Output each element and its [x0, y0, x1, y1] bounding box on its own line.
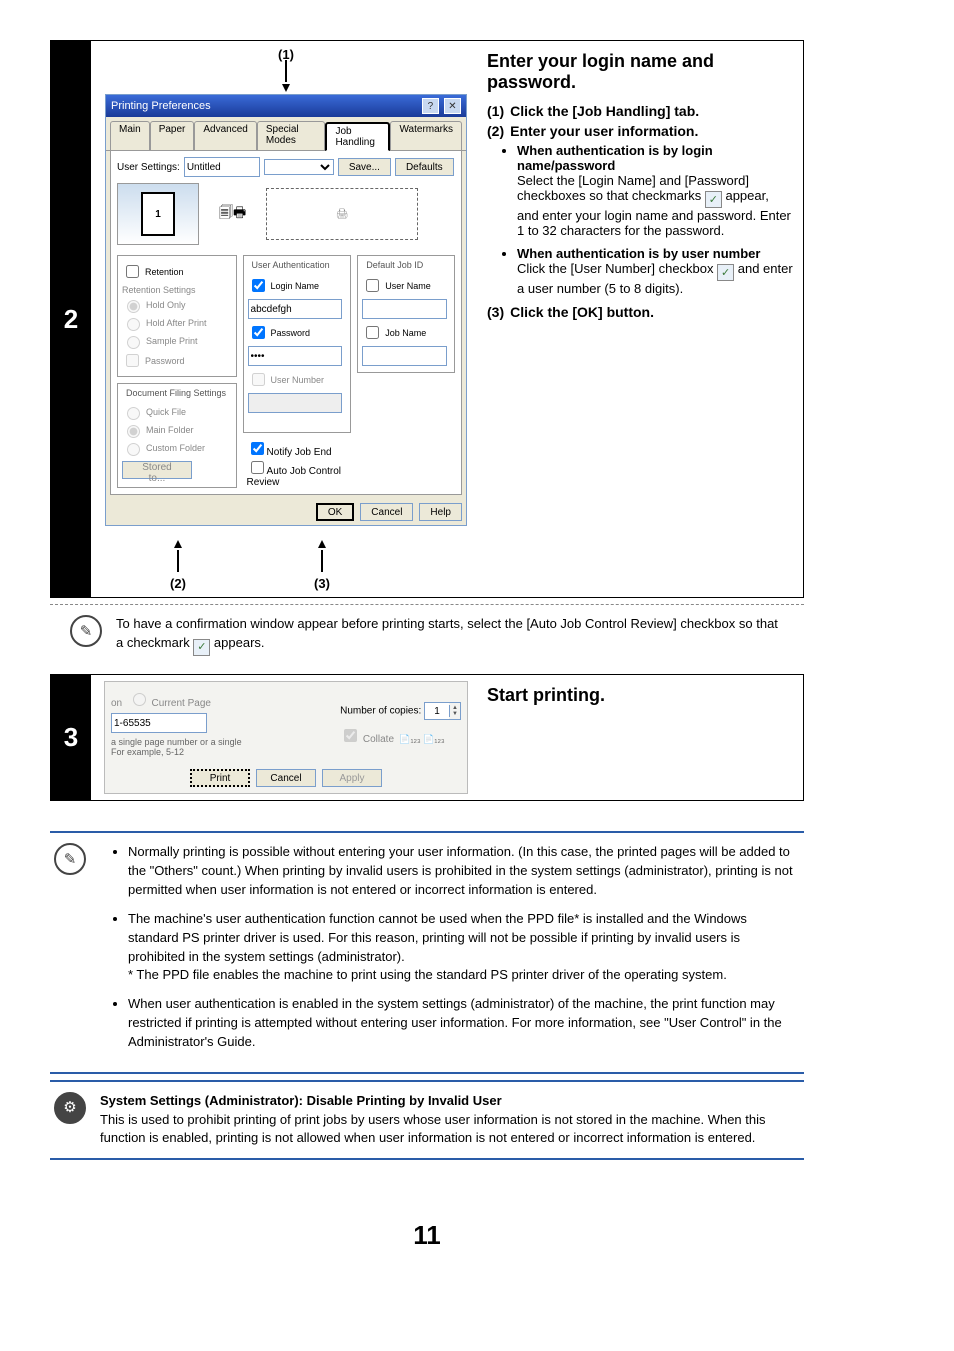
page-preview-number: 1 [141, 192, 175, 236]
tab-main[interactable]: Main [110, 121, 150, 150]
document-filing-group: Document Filing Settings Quick File Main… [117, 383, 237, 488]
callout-2-label: (2) [106, 576, 250, 591]
user-settings-field[interactable] [184, 157, 260, 177]
step-2-heading: Enter your login name and password. [487, 51, 793, 93]
tab-watermarks[interactable]: Watermarks [390, 121, 462, 150]
page-range-field[interactable] [111, 713, 207, 733]
cancel-button[interactable]: Cancel [360, 503, 413, 521]
page-preview: 1 [117, 183, 199, 245]
help-button[interactable]: Help [419, 503, 462, 521]
step-2-row: 2 (1) Printing Preferences ? ✕ Main [50, 40, 804, 598]
info-bullet-3: When user authentication is enabled in t… [128, 995, 800, 1052]
callout-3-label: (3) [250, 576, 394, 591]
collate-icon: 📄₁₂₃ 📄₁₂₃ [397, 734, 445, 744]
user-number-field[interactable] [248, 393, 343, 413]
instruction-1: Click the [Job Handling] tab. [510, 103, 699, 119]
copies-field[interactable] [425, 703, 449, 719]
job-name-checkbox[interactable] [366, 326, 379, 339]
pencil-icon: ✎ [54, 843, 86, 875]
save-button[interactable]: Save... [338, 158, 391, 176]
help-icon[interactable]: ? [422, 98, 439, 114]
password-field[interactable] [248, 346, 343, 366]
step-number-3: 3 [51, 675, 91, 800]
printing-preferences-dialog: Printing Preferences ? ✕ Main Paper Adva… [105, 94, 467, 526]
user-name-checkbox[interactable] [366, 279, 379, 292]
info-bullet-1: Normally printing is possible without en… [128, 843, 800, 900]
print-button[interactable]: Print [190, 769, 250, 787]
hold-after-print-radio[interactable] [127, 318, 140, 331]
login-name-checkbox[interactable] [252, 279, 265, 292]
notify-job-end-checkbox[interactable] [251, 442, 264, 455]
info-bullet-2: The machine's user authentication functi… [128, 910, 800, 985]
tab-advanced[interactable]: Advanced [194, 121, 256, 150]
defaults-button[interactable]: Defaults [395, 158, 454, 176]
spinner-buttons[interactable]: ▲▼ [449, 705, 460, 717]
dialog-title: Printing Preferences [111, 100, 211, 112]
user-name-field[interactable] [362, 299, 447, 319]
quick-file-radio[interactable] [127, 407, 140, 420]
close-icon[interactable]: ✕ [444, 98, 461, 114]
default-job-id-group: Default Job ID User Name Job Name [357, 255, 455, 373]
collate-checkbox[interactable] [344, 729, 357, 742]
cancel-button[interactable]: Cancel [256, 769, 316, 787]
admin-body: This is used to prohibit printing of pri… [100, 1111, 800, 1149]
login-name-field[interactable] [248, 299, 343, 319]
user-authentication-group: User Authentication Login Name Password … [243, 255, 352, 433]
step-3-row: 3 on Current Page a single page number o… [50, 674, 804, 801]
apply-button[interactable]: Apply [322, 769, 382, 787]
admin-settings-box: ⚙ System Settings (Administrator): Disab… [50, 1080, 804, 1161]
custom-folder-radio[interactable] [127, 443, 140, 456]
auto-job-control-review-checkbox[interactable] [251, 461, 264, 474]
retention-checkbox[interactable] [126, 265, 139, 278]
callout-1-label: (1) [106, 47, 466, 62]
current-page-radio[interactable] [133, 693, 146, 706]
checkmark-icon: ✓ [193, 639, 210, 656]
user-settings-select[interactable] [264, 159, 334, 175]
admin-title: System Settings (Administrator): Disable… [100, 1092, 800, 1111]
printer-graphic: 🖨 [266, 188, 418, 240]
stored-to-button[interactable]: Stored to... [122, 461, 192, 479]
step-3-heading: Start printing. [487, 685, 793, 706]
hold-only-radio[interactable] [127, 300, 140, 313]
user-settings-label: User Settings: [117, 162, 180, 173]
auth-login-title: When authentication is by login name/pas… [517, 143, 793, 173]
step-number-2: 2 [51, 41, 91, 597]
copies-label: Number of copies: [340, 706, 421, 717]
main-folder-radio[interactable] [127, 425, 140, 438]
retention-group: Retention Retention Settings Hold Only H… [117, 255, 237, 377]
dialog-titlebar: Printing Preferences ? ✕ [106, 95, 466, 117]
tab-paper[interactable]: Paper [150, 121, 195, 150]
checkmark-icon: ✓ [717, 264, 734, 281]
note-auto-review: ✎ To have a confirmation window appear b… [50, 605, 804, 674]
tab-special-modes[interactable]: Special Modes [257, 121, 326, 150]
gear-icon: ⚙ [54, 1092, 86, 1124]
pencil-icon: ✎ [70, 615, 102, 647]
password-checkbox[interactable] [252, 326, 265, 339]
print-dialog-snippet: on Current Page a single page number or … [104, 681, 468, 794]
instruction-3: Click the [OK] button. [510, 304, 654, 320]
sample-print-radio[interactable] [127, 336, 140, 349]
auth-number-title: When authentication is by user number [517, 246, 793, 261]
info-box: ✎ Normally printing is possible without … [50, 831, 804, 1073]
window-controls: ? ✕ [420, 98, 461, 114]
retention-password-checkbox[interactable] [126, 354, 139, 367]
tabs-row: Main Paper Advanced Special Modes Job Ha… [106, 117, 466, 151]
ok-button[interactable]: OK [316, 503, 354, 521]
tab-job-handling[interactable]: Job Handling [325, 122, 390, 151]
job-name-field[interactable] [362, 346, 447, 366]
user-number-checkbox[interactable] [252, 373, 265, 386]
page-number: 11 [50, 1220, 804, 1251]
instruction-2: Enter your user information. [510, 123, 698, 139]
checkmark-icon: ✓ [705, 191, 722, 208]
